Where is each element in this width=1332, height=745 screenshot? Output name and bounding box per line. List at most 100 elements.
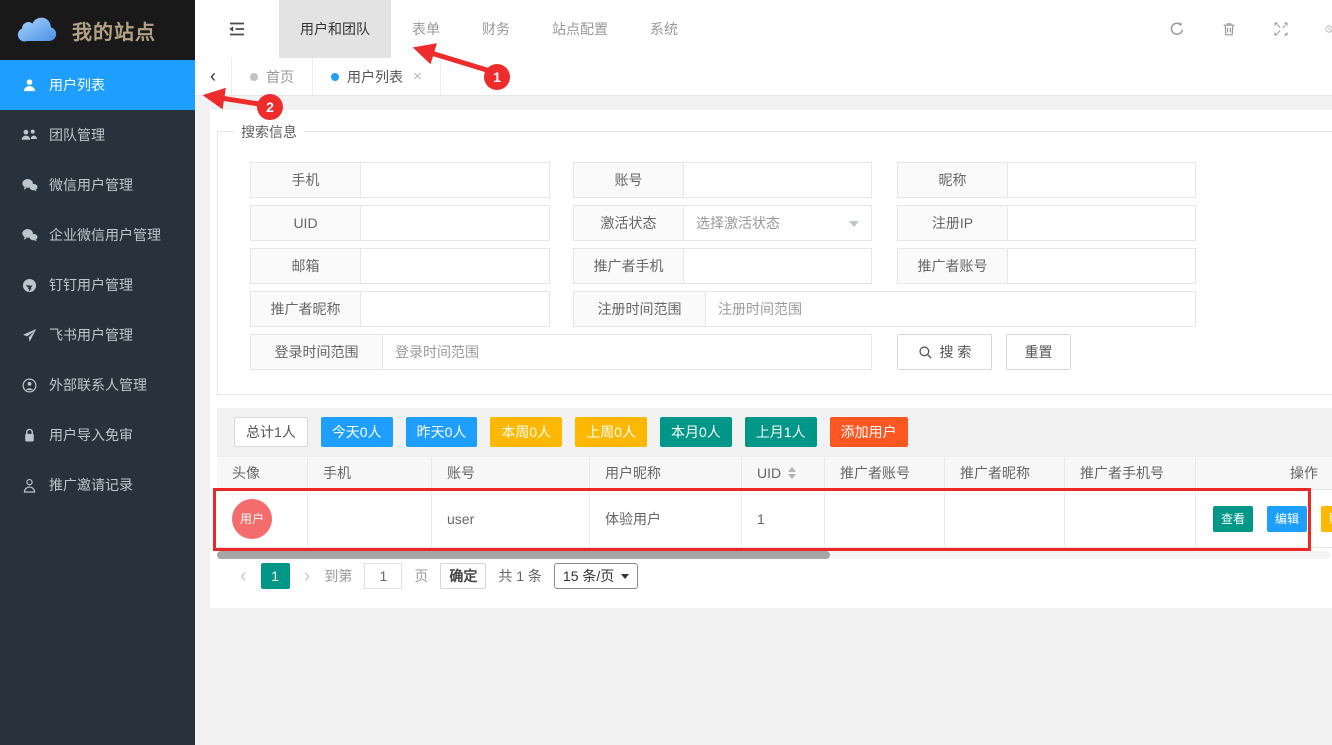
- sidebar-item-wechat-users[interactable]: 微信用户管理: [0, 160, 195, 210]
- page-1-button[interactable]: 1: [261, 563, 290, 589]
- tab-label: 首页: [266, 67, 294, 87]
- user-icon: [21, 77, 38, 94]
- fullscreen-icon[interactable]: [1273, 21, 1289, 37]
- field-register-ip: 注册IP: [897, 205, 1196, 241]
- stat-last-month-button[interactable]: 上月1人: [745, 417, 817, 447]
- team-icon: [21, 127, 38, 144]
- close-icon[interactable]: ×: [413, 68, 422, 85]
- field-label: 推广者手机: [574, 249, 684, 283]
- sort-icon[interactable]: [788, 467, 796, 479]
- page-word: 页: [414, 566, 428, 586]
- stat-today-button[interactable]: 今天0人: [321, 417, 393, 447]
- wechat-work-icon: [21, 227, 38, 244]
- register-time-range-input[interactable]: [706, 292, 1195, 326]
- sidebar-item-user-list[interactable]: 用户列表: [0, 60, 195, 110]
- sidebar-item-label: 企业微信用户管理: [49, 225, 161, 245]
- sidebar-item-feishu-users[interactable]: 飞书用户管理: [0, 310, 195, 360]
- trash-icon[interactable]: [1221, 21, 1237, 37]
- stat-yesterday-button[interactable]: 昨天0人: [406, 417, 478, 447]
- stat-this-week-button[interactable]: 本周0人: [490, 417, 562, 447]
- tabs-scroll-left-icon[interactable]: ‹: [195, 58, 231, 95]
- total-count: 共 1 条: [498, 566, 542, 586]
- nav-site-config[interactable]: 站点配置: [531, 0, 629, 58]
- chevron-down-icon: [849, 221, 859, 227]
- field-label: 注册时间范围: [574, 292, 706, 326]
- tab-label: 用户列表: [347, 67, 403, 87]
- annotation-arrow-2: [208, 96, 259, 104]
- col-uid-sortable[interactable]: UID: [742, 457, 825, 489]
- promoter-nickname-input[interactable]: [361, 292, 549, 326]
- sidebar-item-team[interactable]: 团队管理: [0, 110, 195, 160]
- tab-home[interactable]: 首页: [231, 58, 313, 95]
- register-ip-input[interactable]: [1008, 206, 1195, 240]
- next-page-icon[interactable]: ›: [302, 566, 313, 586]
- email-input[interactable]: [361, 249, 549, 283]
- field-uid: UID: [250, 205, 550, 241]
- lock-icon: [21, 427, 38, 444]
- nav-forms[interactable]: 表单: [391, 0, 461, 58]
- sidebar-item-label: 团队管理: [49, 125, 105, 145]
- account-cell: user: [432, 490, 590, 547]
- account-input[interactable]: [684, 163, 871, 197]
- search-button[interactable]: 搜 索: [897, 334, 992, 370]
- page-size-select[interactable]: 15 条/页: [554, 563, 638, 589]
- stat-last-week-button[interactable]: 上周0人: [575, 417, 647, 447]
- tab-user-list[interactable]: 用户列表 ×: [313, 58, 441, 95]
- stat-this-month-button[interactable]: 本月0人: [660, 417, 732, 447]
- login-time-range-input[interactable]: [383, 335, 871, 369]
- col-mobile: 手机: [308, 457, 432, 489]
- sidebar-item-label: 用户列表: [49, 75, 105, 95]
- sidebar-item-wechat-work-users[interactable]: 企业微信用户管理: [0, 210, 195, 260]
- sidebar-item-user-import[interactable]: 用户导入免审: [0, 410, 195, 460]
- col-promoter-nickname: 推广者昵称: [945, 457, 1065, 489]
- goto-label: 到第: [324, 566, 352, 586]
- promoter-mobile-input[interactable]: [684, 249, 871, 283]
- user-list-panel: 搜索信息 手机 账号 昵称 UID 激活状态 选择激活状态 注册IP 邮箱 推广…: [210, 110, 1332, 608]
- refresh-icon[interactable]: [1169, 21, 1185, 37]
- sidebar-item-external-contacts[interactable]: 外部联系人管理: [0, 360, 195, 410]
- nav-finance[interactable]: 财务: [461, 0, 531, 58]
- goto-page-input[interactable]: [364, 563, 402, 589]
- sidebar-item-label: 钉钉用户管理: [49, 275, 133, 295]
- view-button[interactable]: 查看: [1213, 506, 1253, 532]
- sidebar: 我的站点 用户列表 团队管理 微信用户管理 企业微信用户管理 钉钉用户管理 飞书…: [0, 0, 195, 745]
- search-legend: 搜索信息: [234, 122, 304, 142]
- col-promoter-mobile: 推广者手机号: [1065, 457, 1196, 489]
- stat-total-button[interactable]: 总计1人: [234, 417, 308, 447]
- uid-input[interactable]: [361, 206, 549, 240]
- field-nickname: 昵称: [897, 162, 1196, 198]
- dingtalk-icon: [21, 277, 38, 294]
- sidebar-item-dingtalk-users[interactable]: 钉钉用户管理: [0, 260, 195, 310]
- nav-system[interactable]: 系统: [629, 0, 699, 58]
- active-status-select[interactable]: 选择激活状态: [684, 206, 871, 240]
- scrollbar-thumb[interactable]: [217, 551, 830, 559]
- sidebar-item-invite-records[interactable]: 推广邀请记录: [0, 460, 195, 510]
- field-account: 账号: [573, 162, 872, 198]
- promoter-account-input[interactable]: [1008, 249, 1195, 283]
- search-button-label: 搜 索: [940, 342, 972, 362]
- stats-toolbar: 总计1人 今天0人 昨天0人 本周0人 上周0人 本月0人 上月1人 添加用户: [217, 408, 1332, 456]
- gift-button[interactable]: 赠送: [1321, 506, 1332, 532]
- page-size-value: 15 条/页: [563, 566, 614, 586]
- avatar-cell: 用户: [217, 490, 308, 547]
- reset-button-label: 重置: [1025, 342, 1053, 362]
- field-label: 登录时间范围: [251, 335, 383, 369]
- prev-page-icon[interactable]: ‹: [238, 566, 249, 586]
- confirm-button[interactable]: 确定: [440, 563, 486, 589]
- clock-icon-partial[interactable]: [1325, 21, 1332, 37]
- add-user-button[interactable]: 添加用户: [830, 417, 908, 447]
- nav-users-teams[interactable]: 用户和团队: [279, 0, 391, 58]
- chevron-down-icon: [621, 574, 629, 579]
- promoter-mobile-cell: [1065, 490, 1196, 547]
- reset-button[interactable]: 重置: [1006, 334, 1071, 370]
- logo: 我的站点: [0, 0, 195, 60]
- user-table: 头像 手机 账号 用户昵称 UID 推广者账号 推广者昵称 推广者手机号 操作 …: [217, 456, 1332, 548]
- edit-button[interactable]: 编辑: [1267, 506, 1307, 532]
- mobile-cell: [308, 490, 432, 547]
- field-label: 邮箱: [251, 249, 361, 283]
- field-label: UID: [251, 206, 361, 240]
- nickname-input[interactable]: [1008, 163, 1195, 197]
- sidebar-item-label: 用户导入免审: [49, 425, 133, 445]
- menu-collapse-icon[interactable]: [195, 0, 279, 58]
- mobile-input[interactable]: [361, 163, 549, 197]
